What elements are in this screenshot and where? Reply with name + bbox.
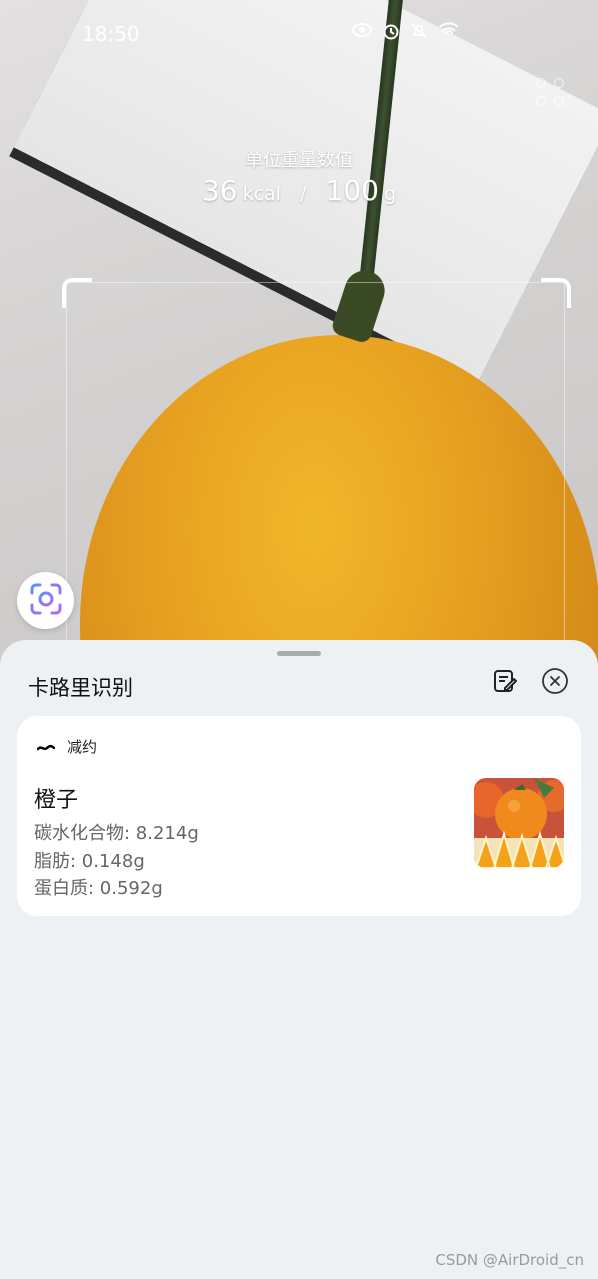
mute-icon — [410, 22, 428, 45]
sheet-title: 卡路里识别 — [28, 676, 133, 700]
more-dots-icon[interactable] — [536, 78, 564, 106]
food-result-card[interactable]: 减约 橙子 碳水化合物: 8.214g 脂肪: 0.148g 蛋白质: 0.59… — [17, 716, 581, 916]
scan-frame — [66, 282, 565, 684]
status-bar: 18:50 — [0, 0, 598, 70]
wifi-icon — [438, 22, 460, 45]
watermark: CSDN @AirDroid_cn — [435, 1251, 584, 1269]
food-thumbnail — [474, 778, 564, 868]
close-circle-icon — [541, 667, 569, 699]
weight-value: 100 — [325, 174, 379, 207]
nutrient-fat: 脂肪: 0.148g — [34, 850, 145, 872]
status-icons — [352, 22, 460, 45]
calories-value: 36 — [201, 174, 238, 207]
nutrient-carbs: 碳水化合物: 8.214g — [34, 823, 199, 844]
status-time: 18:50 — [82, 22, 140, 46]
nutrient-protein: 蛋白质: 0.592g — [34, 878, 163, 899]
calorie-bottom-sheet: 卡路里识别 减约 橙子 碳水化合物: 8.214g 脂肪: 0.148g 蛋白质… — [0, 640, 598, 1279]
unit-weight-value: 36 kcal / 100 g — [0, 174, 598, 207]
nutrient-list: 碳水化合物: 8.214g 脂肪: 0.148g 蛋白质: 0.592g — [34, 820, 199, 903]
scan-frame-corner-top-left — [62, 278, 92, 308]
alarm-icon — [382, 22, 400, 45]
eye-icon — [352, 22, 372, 45]
lens-icon — [28, 581, 64, 621]
close-button[interactable] — [540, 668, 570, 698]
sheet-drag-handle[interactable] — [277, 651, 321, 656]
scan-frame-corner-top-right — [541, 278, 571, 308]
calories-unit: kcal — [242, 183, 281, 205]
weight-unit: g — [384, 183, 397, 205]
value-separator: / — [300, 183, 307, 205]
food-name: 橙子 — [34, 788, 79, 813]
brand-name: 减约 — [67, 738, 98, 756]
edit-note-icon — [492, 668, 518, 698]
brand-logo-icon — [36, 737, 56, 756]
edit-button[interactable] — [490, 668, 520, 698]
brand-row: 减约 — [36, 736, 98, 757]
unit-weight-title: 单位重量数值 — [245, 150, 353, 171]
visual-search-button[interactable] — [17, 572, 74, 629]
